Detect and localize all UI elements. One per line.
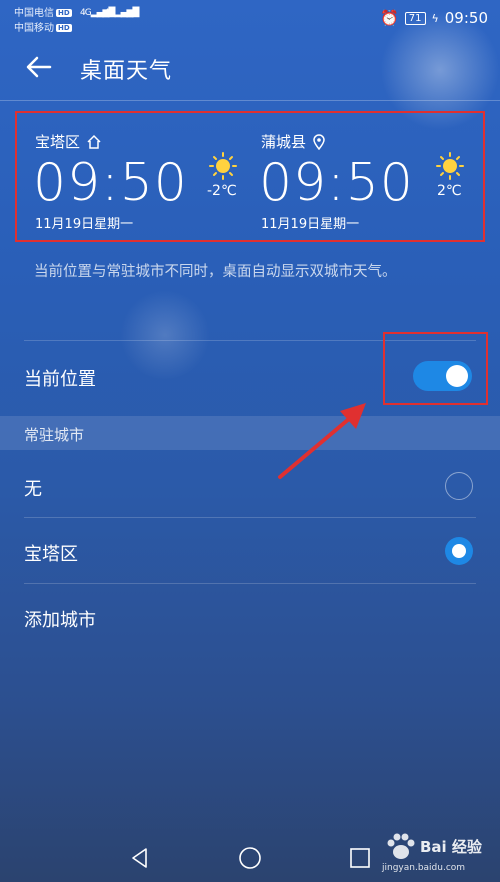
status-time: 09:50 [444, 9, 488, 27]
divider [24, 583, 476, 584]
right-date: 11月19日星期一 [261, 217, 360, 232]
sun-icon [436, 152, 464, 180]
back-nav-icon[interactable] [128, 846, 152, 870]
signal-icon: 4G▂▄▆█ [104, 8, 139, 18]
app-bar: 桌面天气 [0, 44, 500, 94]
carrier-1: 中国电信 HD [14, 8, 72, 19]
watermark-url: jingyan.baidu.com [382, 863, 466, 873]
divider [24, 517, 476, 518]
background-glow [120, 290, 210, 380]
weather-widget-preview: 宝塔区 09:50 11月19日星期一 -2℃ 蒲城县 09:50 11月19日… [15, 111, 485, 242]
section-header: 常驻城市 [0, 416, 500, 450]
current-location-label: 当前位置 [24, 369, 96, 390]
annotation-arrow [278, 403, 366, 479]
watermark-text: Bai 经验 [420, 838, 482, 856]
sun-icon [209, 152, 237, 180]
description-text: 当前位置与常驻城市不同时，桌面自动显示双城市天气。 [34, 264, 397, 280]
divider [0, 100, 500, 101]
hd-badge: HD [56, 9, 72, 17]
left-city: 宝塔区 [35, 131, 102, 152]
page-title: 桌面天气 [80, 59, 173, 84]
left-temp: -2℃ [207, 183, 237, 199]
alarm-icon: ⏰ [380, 9, 399, 27]
status-right: ⏰ 71 ϟ 09:50 [380, 9, 488, 27]
right-city: 蒲城县 [261, 131, 326, 152]
watermark: Bai 经验 jingyan.baidu.com [380, 830, 495, 880]
option-none-radio[interactable] [445, 472, 473, 500]
home-nav-icon[interactable] [238, 846, 262, 870]
left-date: 11月19日星期一 [35, 217, 134, 232]
location-pin-icon [313, 133, 325, 150]
hd-badge: HD [56, 24, 72, 32]
carrier-2: 中国移动 HD [14, 23, 72, 34]
battery-icon: 71 [404, 11, 426, 25]
option-baota-label: 宝塔区 [24, 544, 78, 565]
highlight-box [383, 332, 488, 405]
option-baota-radio[interactable] [445, 537, 473, 565]
right-temp: 2℃ [437, 183, 462, 199]
add-city-button[interactable]: 添加城市 [24, 606, 96, 632]
right-clock: 09:50 [259, 153, 414, 213]
back-arrow-icon[interactable] [24, 52, 54, 82]
left-clock: 09:50 [33, 153, 188, 213]
paw-icon [387, 833, 415, 859]
home-icon [87, 134, 101, 149]
charging-icon: ϟ [431, 11, 439, 25]
option-none-label: 无 [24, 479, 42, 500]
status-bar: 中国电信 HD 中国移动 HD 4G▂▄▆█ 4G▂▄▆█ ⏰ 71 ϟ 09:50 [0, 0, 500, 36]
recents-nav-icon[interactable] [348, 846, 372, 870]
